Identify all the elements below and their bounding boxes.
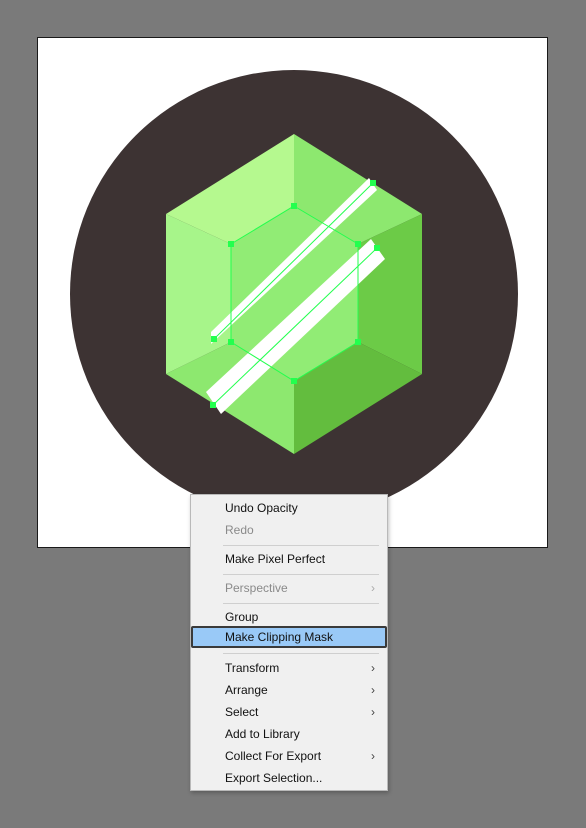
menu-item-export-selection[interactable]: Export Selection... [193,767,385,789]
context-menu: Undo Opacity Redo Make Pixel Perfect Per… [190,494,388,791]
menu-item-add-to-library[interactable]: Add to Library [193,723,385,745]
menu-item-label: Transform [225,661,280,675]
anchor-point [211,336,217,342]
submenu-arrow-icon: › [371,661,375,675]
anchor-point [291,378,297,384]
gem-artwork [70,70,518,518]
menu-item-perspective[interactable]: Perspective › [193,577,385,599]
anchor-point [291,203,297,209]
menu-item-collect-for-export[interactable]: Collect For Export › [193,745,385,767]
menu-item-label: Redo [225,523,254,537]
anchor-point [370,180,376,186]
anchor-point [374,245,380,251]
menu-separator [223,603,379,604]
menu-item-arrange[interactable]: Arrange › [193,679,385,701]
submenu-arrow-icon: › [371,749,375,763]
submenu-arrow-icon: › [371,581,375,595]
menu-separator [223,574,379,575]
menu-item-label: Group [225,610,259,624]
menu-item-label: Make Pixel Perfect [225,552,326,566]
menu-item-label: Arrange [225,683,268,697]
anchor-point [355,241,361,247]
submenu-arrow-icon: › [371,683,375,697]
anchor-point [355,339,361,345]
submenu-arrow-icon: › [371,705,375,719]
artboard[interactable] [37,37,548,548]
menu-item-undo-opacity[interactable]: Undo Opacity [193,497,385,519]
menu-item-redo[interactable]: Redo [193,519,385,541]
menu-item-label: Collect For Export [225,749,322,763]
anchor-point [228,339,234,345]
menu-separator [223,545,379,546]
anchor-point [228,241,234,247]
menu-item-transform[interactable]: Transform › [193,657,385,679]
menu-separator [223,653,379,654]
menu-item-label: Add to Library [225,727,300,741]
menu-item-label: Export Selection... [225,771,323,785]
menu-item-label: Make Clipping Mask [225,630,334,644]
menu-item-label: Perspective [225,581,288,595]
menu-item-make-pixel-perfect[interactable]: Make Pixel Perfect [193,548,385,570]
menu-item-label: Undo Opacity [225,501,298,515]
anchor-point [210,402,216,408]
menu-item-make-clipping-mask[interactable]: Make Clipping Mask [191,626,387,648]
menu-item-label: Select [225,705,259,719]
menu-item-select[interactable]: Select › [193,701,385,723]
menu-item-group[interactable]: Group [193,606,385,628]
